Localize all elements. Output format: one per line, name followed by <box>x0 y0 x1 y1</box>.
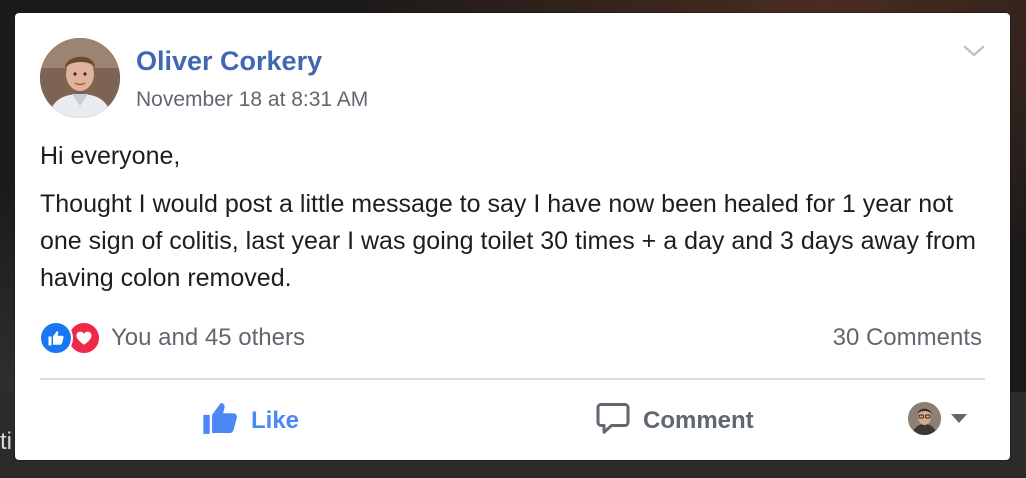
like-button[interactable]: Like <box>201 399 299 443</box>
comment-button-label: Comment <box>643 407 754 434</box>
comment-as-selector[interactable] <box>908 402 967 435</box>
like-reaction-icon <box>39 321 73 355</box>
post-paragraph: Thought I would post a little message to… <box>40 190 976 292</box>
action-divider <box>40 378 985 380</box>
reactions-count-text[interactable]: You and 45 others <box>111 324 305 352</box>
thumbs-up-icon <box>201 399 239 444</box>
background-edge-text: ti <box>0 428 12 455</box>
current-user-avatar <box>908 402 941 435</box>
reactions-summary[interactable]: You and 45 others <box>39 320 305 356</box>
post-timestamp[interactable]: November 18 at 8:31 AM <box>136 88 368 112</box>
chevron-down-icon[interactable] <box>962 43 986 59</box>
like-button-label: Like <box>251 407 300 434</box>
comment-bubble-icon <box>595 400 631 443</box>
author-name-link[interactable]: Oliver Corkery <box>136 46 322 77</box>
avatar-photo <box>40 38 120 118</box>
post-card: Oliver Corkery November 18 at 8:31 AM Hi… <box>15 13 1010 460</box>
post-body: Hi everyone, Thought I would post a litt… <box>40 138 990 308</box>
caret-down-icon <box>951 414 967 423</box>
author-avatar[interactable] <box>40 38 120 118</box>
post-paragraph: Hi everyone, <box>40 142 181 170</box>
comments-count-link[interactable]: 30 Comments <box>833 324 982 352</box>
comment-button[interactable]: Comment <box>595 399 754 443</box>
